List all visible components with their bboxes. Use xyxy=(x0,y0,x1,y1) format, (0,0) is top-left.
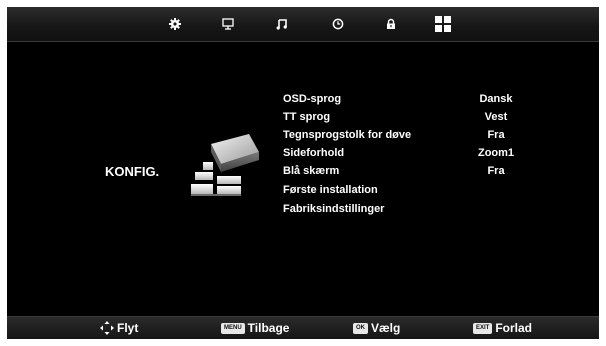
menu-item-value: Fra xyxy=(487,165,505,177)
menu-item-label: OSD-sprog xyxy=(283,93,342,105)
hint-select-label: Vælg xyxy=(371,321,401,335)
menu-item-label: Tegnsprogstolk for døve xyxy=(283,129,412,141)
dpad-icon xyxy=(100,321,114,335)
hint-exit: EXIT Forlad xyxy=(473,320,532,336)
menu-item-sign-language[interactable]: Tegnsprogstolk for døve Fra xyxy=(283,126,563,144)
menu-key-badge: MENU xyxy=(221,322,245,334)
hint-back: MENU Tilbage xyxy=(221,320,289,336)
menu-item-osd-language[interactable]: OSD-sprog Dansk xyxy=(283,90,563,108)
hint-move: Flyt xyxy=(100,320,138,336)
exit-key-badge: EXIT xyxy=(473,322,493,334)
section-title: KONFIG. xyxy=(105,164,160,179)
menu-item-label: Fabriksindstillinger xyxy=(283,203,385,215)
menu-item-blue-screen[interactable]: Blå skærm Fra xyxy=(283,162,563,180)
picture-tab[interactable] xyxy=(219,15,237,33)
monitor-icon xyxy=(222,18,234,30)
music-note-icon xyxy=(276,19,287,30)
menu-item-value: Vest xyxy=(484,111,508,123)
grid-icon xyxy=(435,16,451,32)
menu-item-aspect-ratio[interactable]: Sideforhold Zoom1 xyxy=(283,144,563,162)
hint-select: OK Vælg xyxy=(353,320,400,336)
menu-item-value: Fra xyxy=(487,129,505,141)
timer-tab[interactable] xyxy=(329,15,347,33)
hint-back-label: Tilbage xyxy=(247,321,290,335)
menu-item-first-installation[interactable]: Første installation xyxy=(283,181,563,199)
menu-item-value: Zoom1 xyxy=(477,147,515,159)
hint-move-label: Flyt xyxy=(117,321,139,335)
menu-item-tt-language[interactable]: TT sprog Vest xyxy=(283,108,563,126)
gear-icon xyxy=(169,18,181,30)
lock-tab[interactable] xyxy=(382,15,400,33)
menu-item-factory-reset[interactable]: Fabriksindstillinger xyxy=(283,200,563,218)
menu-item-value: Dansk xyxy=(479,93,513,105)
sound-tab[interactable] xyxy=(273,15,291,33)
menu-tab-bar xyxy=(7,7,599,42)
tv-screen: KONFIG. OSD-sprog Dansk TT sprog Vest Te… xyxy=(7,7,599,339)
ok-key-badge: OK xyxy=(353,322,368,334)
setup-illustration-icon xyxy=(191,134,259,196)
clock-icon xyxy=(332,18,344,30)
settings-tab[interactable] xyxy=(166,15,184,33)
menu-item-label: Første installation xyxy=(283,184,378,196)
hint-exit-label: Forlad xyxy=(495,321,533,335)
menu-item-label: Blå skærm xyxy=(283,165,340,177)
button-hint-bar: Flyt MENU Tilbage OK Vælg EXIT Forlad xyxy=(7,316,599,339)
setup-tab[interactable] xyxy=(434,15,452,33)
menu-item-label: TT sprog xyxy=(283,111,331,123)
menu-item-label: Sideforhold xyxy=(283,147,345,159)
lock-icon xyxy=(387,18,395,29)
